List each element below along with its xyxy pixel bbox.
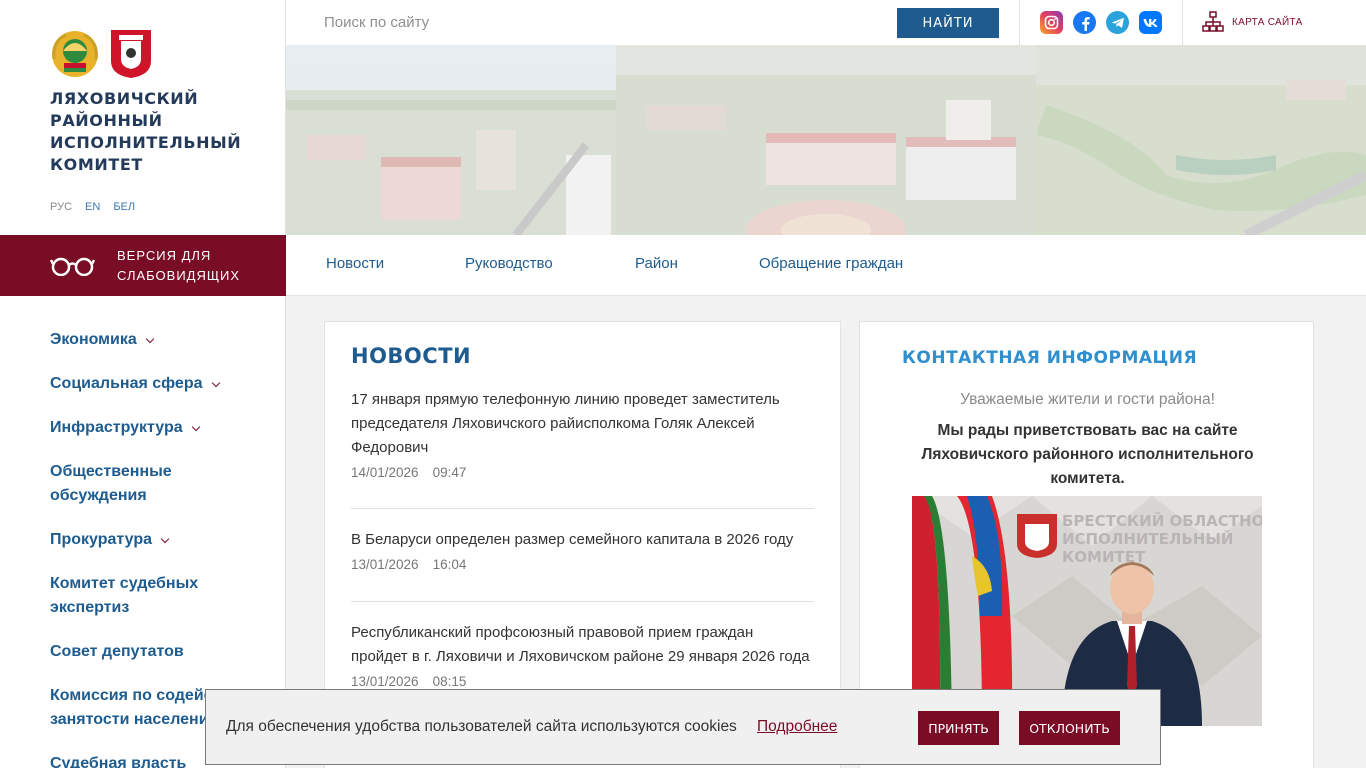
language-switcher: РУС EN БЕЛ (50, 201, 135, 213)
sidebar-item-label: Экономика (50, 331, 137, 348)
divider (1019, 0, 1020, 45)
nav-district[interactable]: Район (635, 255, 678, 272)
vk-icon[interactable] (1139, 11, 1162, 34)
news-item: В Беларуси определен размер семейного ка… (351, 528, 814, 572)
main-nav: Новости Руководство Район Обращение граж… (286, 235, 1366, 296)
sidebar-item-forensic-committee[interactable]: Комитет судебных экспертиз (50, 572, 286, 620)
sitemap-label: Карта сайта (1232, 16, 1303, 28)
top-bar: Найти Карта сайта (286, 0, 1366, 45)
news-headline[interactable]: Республиканский профсоюзный правовой при… (351, 621, 814, 669)
left-column: Ляховичский районный исполнительный коми… (0, 0, 286, 768)
sidebar-item-social[interactable]: Социальная сфера (50, 372, 286, 396)
news-headline[interactable]: В Беларуси определен размер семейного ка… (351, 528, 814, 552)
lang-bel[interactable]: БЕЛ (113, 201, 135, 213)
cookie-banner: Для обеспечения удобства пользователей с… (205, 689, 1161, 765)
sidebar-item-label: Социальная сфера (50, 375, 203, 392)
news-time: 08:15 (432, 674, 467, 689)
photo-sign-text: БРЕСТСКИЙ ОБЛАСТНОЙ (1062, 511, 1262, 530)
divider (1182, 0, 1183, 45)
cookie-text: Для обеспечения удобства пользователей с… (226, 718, 737, 735)
sidebar-item-public-discussions[interactable]: Общественные обсуждения (50, 460, 286, 508)
news-date: 14/01/2026 (351, 465, 419, 480)
news-meta: 13/01/2026 08:15 (351, 674, 814, 689)
svg-text:ИСПОЛНИТЕЛЬНЫЙ: ИСПОЛНИТЕЛЬНЫЙ (1062, 529, 1233, 548)
greeting-text: Уважаемые жители и гости района! (960, 391, 1215, 408)
chevron-down-icon (160, 534, 170, 544)
nav-news[interactable]: Новости (326, 255, 384, 272)
news-item: 17 января прямую телефонную линию провед… (351, 388, 814, 480)
news-date: 13/01/2026 (351, 674, 419, 689)
vision-version-label: Версия для слабовидящих (117, 247, 241, 283)
chevron-down-icon (211, 378, 220, 388)
search-input[interactable] (324, 10, 884, 34)
nav-leadership[interactable]: Руководство (465, 255, 553, 272)
social-links (1040, 11, 1162, 34)
cookie-more-link[interactable]: Подробнее (757, 718, 837, 736)
lang-en[interactable]: EN (85, 201, 100, 213)
sidebar-item-economy[interactable]: Экономика (50, 328, 286, 352)
welcome-text: Мы рады приветствовать вас на сайте Ляхо… (921, 422, 1254, 487)
sidebar-item-deputies-council[interactable]: Совет депутатов (50, 640, 286, 664)
sidebar-item-label: Инфраструктура (50, 419, 183, 436)
sidebar-item-label: Общественные обсуждения (50, 463, 172, 504)
news-meta: 14/01/2026 09:47 (351, 465, 814, 480)
sidebar-item-infrastructure[interactable]: Инфраструктура (50, 416, 286, 440)
vision-impaired-version-button[interactable]: Версия для слабовидящих (0, 235, 286, 296)
divider (351, 508, 814, 509)
organization-title: Ляховичский районный исполнительный коми… (50, 89, 242, 174)
chevron-down-icon (145, 334, 155, 344)
news-meta: 13/01/2026 16:04 (351, 557, 814, 572)
lang-rus[interactable]: РУС (50, 201, 72, 213)
contact-title: Контактная информация (902, 348, 1198, 368)
sitemap-icon (1202, 11, 1224, 32)
cookie-accept-button[interactable]: Принять (918, 711, 999, 745)
cookie-decline-button[interactable]: Отклонить (1019, 711, 1120, 745)
banner-image (286, 45, 1366, 235)
news-item: Республиканский профсоюзный правовой при… (351, 621, 814, 689)
sidebar-item-label: Судебная власть (50, 755, 187, 768)
sidebar-item-label: Прокуратура (50, 531, 153, 548)
sidebar-item-label: Совет депутатов (50, 643, 184, 660)
news-time: 09:47 (432, 465, 467, 480)
nav-citizen-appeals[interactable]: Обращение граждан (759, 255, 903, 272)
glasses-icon (50, 257, 95, 276)
search-button[interactable]: Найти (897, 8, 999, 38)
city-coat-of-arms-icon (111, 30, 151, 78)
instagram-icon[interactable] (1040, 11, 1063, 34)
news-time: 16:04 (432, 557, 467, 572)
divider (351, 601, 814, 602)
chevron-down-icon (191, 422, 200, 432)
telegram-icon[interactable] (1106, 11, 1129, 34)
news-title: Новости (351, 344, 472, 368)
facebook-icon[interactable] (1073, 11, 1096, 34)
news-date: 13/01/2026 (351, 557, 419, 572)
sidebar-item-prosecution[interactable]: Прокуратура (50, 528, 286, 552)
sidebar-item-label: Комитет судебных экспертиз (50, 575, 199, 616)
emblems (50, 29, 152, 79)
belarus-emblem-icon (52, 31, 98, 77)
news-headline[interactable]: 17 января прямую телефонную линию провед… (351, 388, 814, 460)
sitemap-link[interactable]: Карта сайта (1202, 11, 1303, 33)
